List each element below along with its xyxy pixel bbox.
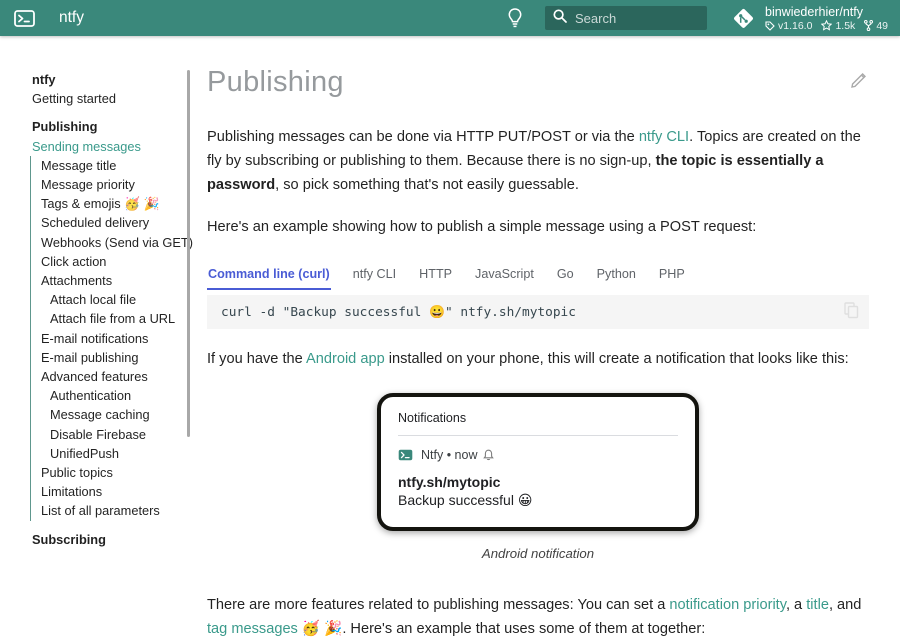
tag-icon	[765, 21, 775, 31]
notification-title: ntfy.sh/mytopic	[398, 474, 678, 490]
code-tabs: Command line (curl) ntfy CLI HTTP JavaScrip…	[207, 261, 869, 290]
text: , a	[786, 597, 806, 613]
text-link[interactable]: ntfy CLI	[639, 129, 689, 145]
notification-screenshot: Notifications Ntfy • now nt	[377, 393, 699, 531]
tab-python[interactable]: Python	[596, 261, 637, 290]
repo-stars: 1.5k	[821, 20, 855, 32]
text: . Here's an example that uses some of th…	[342, 621, 705, 637]
page-title: Publishing	[207, 66, 869, 99]
sidebar-item-ntfy[interactable]: ntfy	[0, 70, 190, 89]
sidebar-item-sending-messages[interactable]: Sending messages	[0, 137, 190, 156]
text: There are more features related to publi…	[207, 597, 669, 613]
code-text: curl -d "Backup successful 😀" ntfy.sh/my…	[221, 305, 576, 320]
star-icon	[821, 20, 832, 31]
repo-version: v1.16.0	[765, 20, 812, 32]
sidebar-item-message-priority[interactable]: Message priority	[30, 175, 190, 194]
sidebar-item-advanced-features[interactable]: Advanced features	[30, 367, 190, 386]
text: If you have the	[207, 351, 306, 367]
fork-icon	[864, 20, 873, 31]
notification-app-line: Ntfy • now	[421, 448, 477, 462]
intro-paragraph: Publishing messages can be done via HTTP…	[207, 125, 869, 197]
sidebar-item-click-action[interactable]: Click action	[30, 252, 190, 271]
sidebar-item-authentication[interactable]: Authentication	[30, 386, 190, 405]
tab-http[interactable]: HTTP	[418, 261, 453, 290]
app-title: ntfy	[59, 9, 84, 27]
text: , and	[829, 597, 861, 613]
text-link[interactable]: Android app	[306, 351, 385, 367]
sidebar-item-message-caching[interactable]: Message caching	[30, 405, 190, 424]
sidebar-item-unifiedpush[interactable]: UnifiedPush	[30, 444, 190, 463]
sidebar-item-message-title[interactable]: Message title	[30, 156, 190, 175]
sidebar-nav: ntfyGetting started PublishingSending mes…	[0, 36, 190, 549]
sidebar-item-e-mail-notifications[interactable]: E-mail notifications	[30, 329, 190, 348]
sidebar-item-list-of-all-parameters[interactable]: List of all parameters	[30, 501, 190, 520]
text-link[interactable]: tag messages 🥳 🎉	[207, 621, 342, 637]
more-features-paragraph: There are more features related to publi…	[207, 593, 869, 641]
sidebar-item-public-topics[interactable]: Public topics	[30, 463, 190, 482]
search-box[interactable]	[545, 6, 707, 30]
tab-php[interactable]: PHP	[658, 261, 686, 290]
text-link[interactable]: title	[806, 597, 829, 613]
tab-javascript[interactable]: JavaScript	[474, 261, 535, 290]
android-notification-figure: Notifications Ntfy • now nt	[207, 393, 869, 561]
text: installed on your phone, this will creat…	[385, 351, 849, 367]
sidebar-item-attach-local-file[interactable]: Attach local file	[30, 290, 190, 309]
android-paragraph: If you have the Android app installed on…	[207, 347, 869, 371]
text: , so pick something that's not easily gu…	[275, 177, 579, 193]
repo-forks: 49	[864, 20, 888, 32]
repo-name: binwiederhier/ntfy	[765, 5, 888, 19]
text: Publishing messages can be done via HTTP…	[207, 129, 639, 145]
main-content: Publishing Publishing messages can be do…	[207, 36, 869, 641]
notification-body: Backup successful 😀	[398, 492, 678, 509]
sidebar-item-getting-started[interactable]: Getting started	[0, 89, 190, 108]
tab-go[interactable]: Go	[556, 261, 575, 290]
sidebar-item-webhooks-send-via-get[interactable]: Webhooks (Send via GET)	[30, 233, 190, 252]
copy-icon[interactable]	[844, 302, 859, 319]
bell-icon	[483, 449, 494, 461]
sidebar-item-attachments[interactable]: Attachments	[30, 271, 190, 290]
sidebar-item-subscribing: Subscribing	[0, 530, 190, 549]
sidebar-item-disable-firebase[interactable]: Disable Firebase	[30, 425, 190, 444]
repo-link[interactable]: binwiederhier/ntfy v1.16.0 1.5k 49	[731, 5, 888, 32]
tab-command-line-curl[interactable]: Command line (curl)	[207, 261, 331, 290]
sidebar-item-publishing: Publishing	[0, 117, 190, 136]
sidebar-item-tags-emojis[interactable]: Tags & emojis 🥳 🎉	[30, 194, 190, 213]
search-input[interactable]	[575, 11, 685, 26]
code-block: curl -d "Backup successful 😀" ntfy.sh/my…	[207, 295, 869, 329]
ntfy-mini-logo-icon	[398, 449, 413, 461]
git-icon	[731, 6, 756, 31]
example-intro: Here's an example showing how to publish…	[207, 215, 869, 239]
figure-caption: Android notification	[207, 546, 869, 561]
tab-ntfy-cli[interactable]: ntfy CLI	[352, 261, 397, 290]
notifications-header: Notifications	[398, 408, 678, 436]
search-icon	[553, 9, 567, 28]
sidebar-item-limitations[interactable]: Limitations	[30, 482, 190, 501]
ntfy-logo-icon[interactable]	[14, 10, 35, 27]
app-header: ntfy	[0, 0, 900, 36]
sidebar-item-attach-file-from-a-url[interactable]: Attach file from a URL	[30, 309, 190, 328]
sidebar-scrollbar[interactable]	[187, 70, 190, 437]
repo-stats: v1.16.0 1.5k 49	[765, 20, 888, 32]
edit-page-icon[interactable]	[850, 72, 867, 89]
text-link[interactable]: notification priority	[669, 597, 786, 613]
sidebar-item-e-mail-publishing[interactable]: E-mail publishing	[30, 348, 190, 367]
theme-toggle-lightbulb-icon[interactable]	[507, 8, 527, 28]
sidebar-item-scheduled-delivery[interactable]: Scheduled delivery	[30, 213, 190, 232]
